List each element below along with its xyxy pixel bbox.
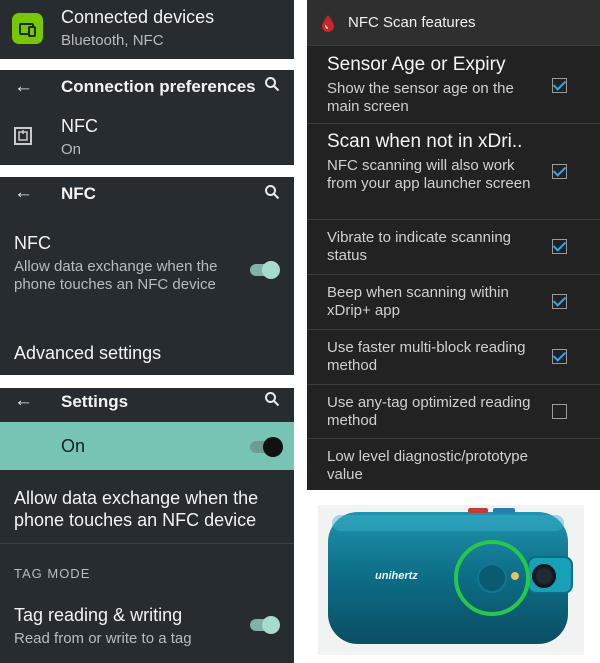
checkbox-checked[interactable] (552, 164, 567, 179)
tag-reading-title: Tag reading & writing (14, 605, 183, 625)
use-nfc-bar[interactable]: On (0, 422, 294, 470)
nfc-toggle[interactable] (248, 259, 280, 281)
setting-vibrate[interactable]: Vibrate to indicate scanning status (307, 220, 600, 275)
connected-devices-title: Connected devices (61, 7, 215, 27)
divider (0, 543, 294, 544)
features-header-title: NFC Scan features (348, 14, 476, 31)
setting-desc: Vibrate to indicate scanning status (327, 229, 512, 264)
checkbox-unchecked[interactable] (552, 404, 567, 419)
connected-devices-panel[interactable]: Connected devices Bluetooth, NFC (0, 0, 294, 59)
checkbox-checked[interactable] (552, 294, 567, 309)
setting-desc: Use faster multi-block reading method (327, 339, 526, 374)
unihertz-phone-image (328, 508, 573, 644)
search-icon[interactable] (264, 184, 280, 205)
page-title: NFC (61, 184, 96, 203)
checkbox-checked[interactable] (552, 78, 567, 93)
setting-desc: Beep when scanning within xDrip+ app (327, 284, 509, 319)
phone-photo: unihertz (318, 505, 584, 655)
back-arrow-icon[interactable]: ← (14, 182, 33, 204)
setting-multi-block[interactable]: Use faster multi-block reading method (307, 330, 600, 385)
search-icon[interactable] (264, 76, 280, 97)
nfc-panel: ← NFC NFC Allow data exchange when the p… (0, 177, 294, 375)
main-nfc-switch[interactable] (250, 436, 283, 458)
setting-title: Scan when not in xDri.. (327, 131, 523, 152)
setting-desc: Low level diagnostic/prototype value (327, 448, 528, 483)
nfc-icon (14, 127, 32, 150)
phone-brand-text: unihertz (375, 570, 418, 582)
setting-desc: Show the sensor age on the main screen (327, 80, 514, 115)
setting-sensor-age[interactable]: Sensor Age or Expiry Show the sensor age… (307, 46, 600, 124)
tag-mode-header: TAG MODE (14, 566, 91, 581)
page-title: Settings (61, 392, 129, 411)
search-icon[interactable] (264, 391, 280, 412)
devices-icon (12, 13, 43, 44)
connection-preferences-panel: ← Connection preferences NFC On (0, 70, 294, 165)
setting-any-tag[interactable]: Use any-tag optimized reading method (307, 385, 600, 439)
settings-panel: ← Settings On Allow data exchange when t… (0, 388, 294, 663)
tag-reading-toggle[interactable] (248, 614, 280, 636)
blood-drop-icon (321, 14, 335, 37)
advanced-settings-link[interactable]: Advanced settings (14, 343, 161, 364)
checkbox-checked[interactable] (552, 239, 567, 254)
setting-title: Sensor Age or Expiry (327, 54, 506, 75)
tag-reading-sub: Read from or write to a tag (14, 630, 192, 647)
back-arrow-icon[interactable]: ← (14, 390, 33, 412)
setting-scan-not-in-xdrip[interactable]: Scan when not in xDri.. NFC scanning wil… (307, 124, 600, 220)
allow-data-exchange-text: Allow data exchange when the phone touch… (14, 488, 259, 530)
nfc-scan-features-panel: NFC Scan features Sensor Age or Expiry S… (307, 0, 600, 490)
checkbox-checked[interactable] (552, 349, 567, 364)
nfc-pref-title: NFC (61, 116, 98, 136)
nfc-setting-desc: Allow data exchange when the phone touch… (14, 258, 218, 293)
nfc-setting-title: NFC (14, 233, 51, 253)
nfc-pref-status: On (61, 141, 82, 158)
setting-desc: NFC scanning will also work from your ap… (327, 157, 531, 192)
connected-devices-subtitle: Bluetooth, NFC (61, 32, 164, 49)
page-title: Connection preferences (61, 77, 256, 96)
features-header: NFC Scan features (307, 0, 600, 46)
setting-low-level-diagnostic[interactable]: Low level diagnostic/prototype value (307, 439, 600, 490)
setting-beep[interactable]: Beep when scanning within xDrip+ app (307, 275, 600, 330)
nfc-pref-row[interactable]: NFC On (0, 110, 294, 165)
back-arrow-icon[interactable]: ← (14, 76, 33, 98)
on-label: On (61, 436, 86, 456)
setting-desc: Use any-tag optimized reading method (327, 394, 531, 429)
